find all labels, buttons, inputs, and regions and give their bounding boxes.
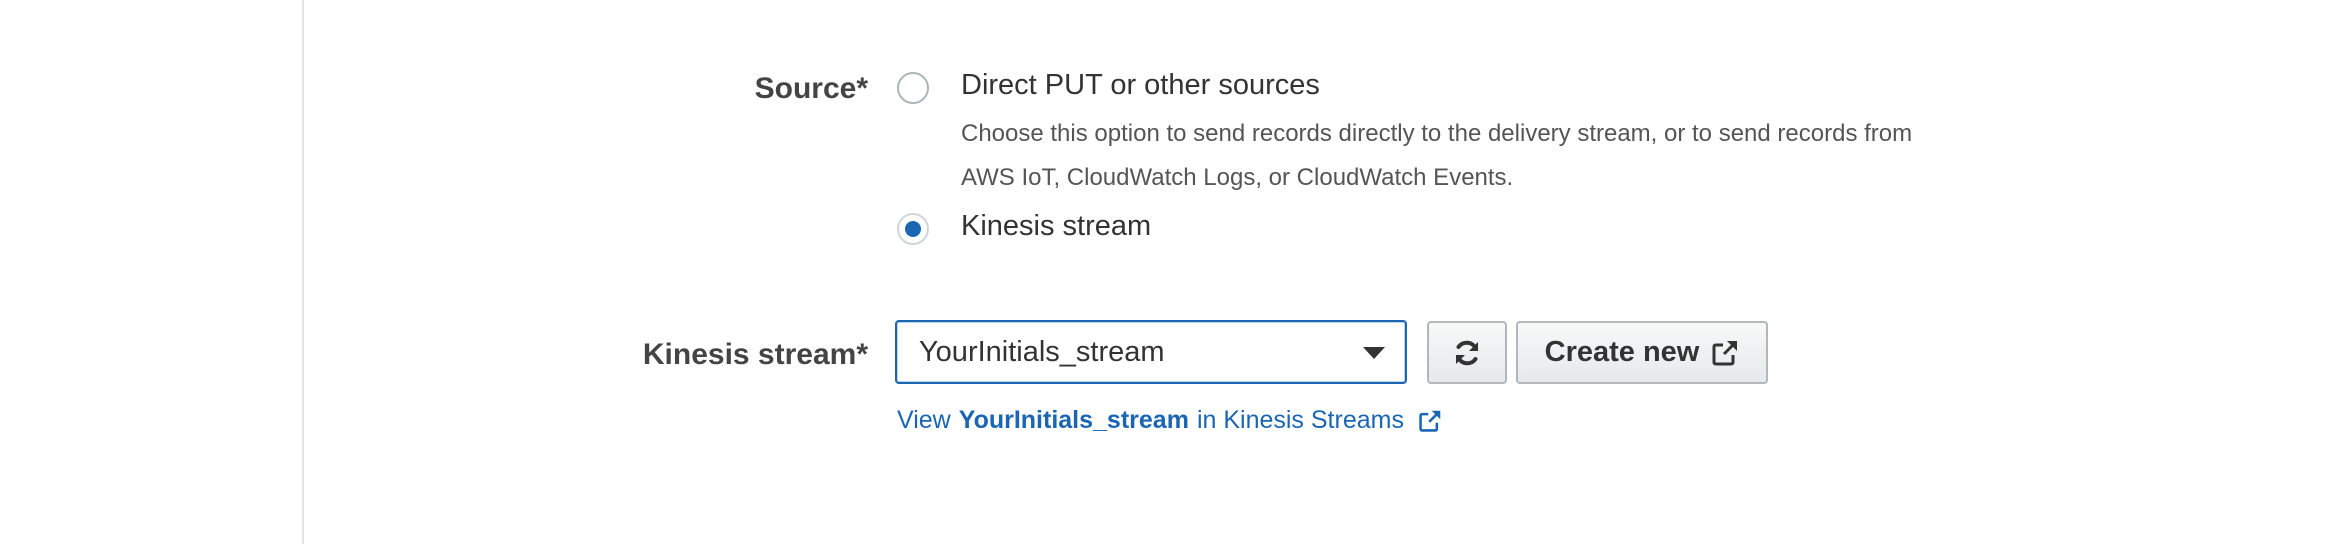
radio-label-direct-put[interactable]: Direct PUT or other sources [961, 68, 1320, 102]
radio-button-kinesis-stream[interactable] [897, 213, 929, 245]
view-link-prefix[interactable]: View [897, 406, 951, 435]
radio-description-direct-put: Choose this option to send records direc… [961, 120, 1913, 191]
view-link-suffix[interactable]: in Kinesis Streams [1197, 406, 1404, 435]
kinesis-stream-select-value: YourInitials_stream [919, 335, 1165, 368]
refresh-icon [1452, 338, 1482, 368]
create-new-label: Create new [1544, 336, 1700, 368]
kinesis-stream-select[interactable]: YourInitials_stream [895, 320, 1407, 384]
create-new-button[interactable]: Create new [1516, 321, 1768, 384]
refresh-button[interactable] [1427, 321, 1507, 384]
firehose-source-panel: Source* Direct PUT or other sources Choo… [0, 0, 2332, 544]
left-divider [302, 0, 304, 544]
view-stream-link[interactable]: View YourInitials_stream in Kinesis Stre… [897, 406, 1442, 435]
radio-option-kinesis-stream[interactable]: Kinesis stream [897, 210, 1151, 245]
external-link-icon [1711, 339, 1739, 367]
external-link-icon [1418, 409, 1442, 433]
radio-button-direct-put[interactable] [897, 72, 929, 104]
radio-option-direct-put[interactable]: Direct PUT or other sources [897, 69, 1320, 104]
kinesis-stream-label: Kinesis stream* [642, 338, 868, 371]
caret-down-icon [1363, 347, 1385, 359]
view-link-stream-name[interactable]: YourInitials_stream [959, 406, 1189, 435]
source-label: Source* [754, 72, 868, 105]
radio-label-kinesis-stream[interactable]: Kinesis stream [961, 209, 1151, 243]
